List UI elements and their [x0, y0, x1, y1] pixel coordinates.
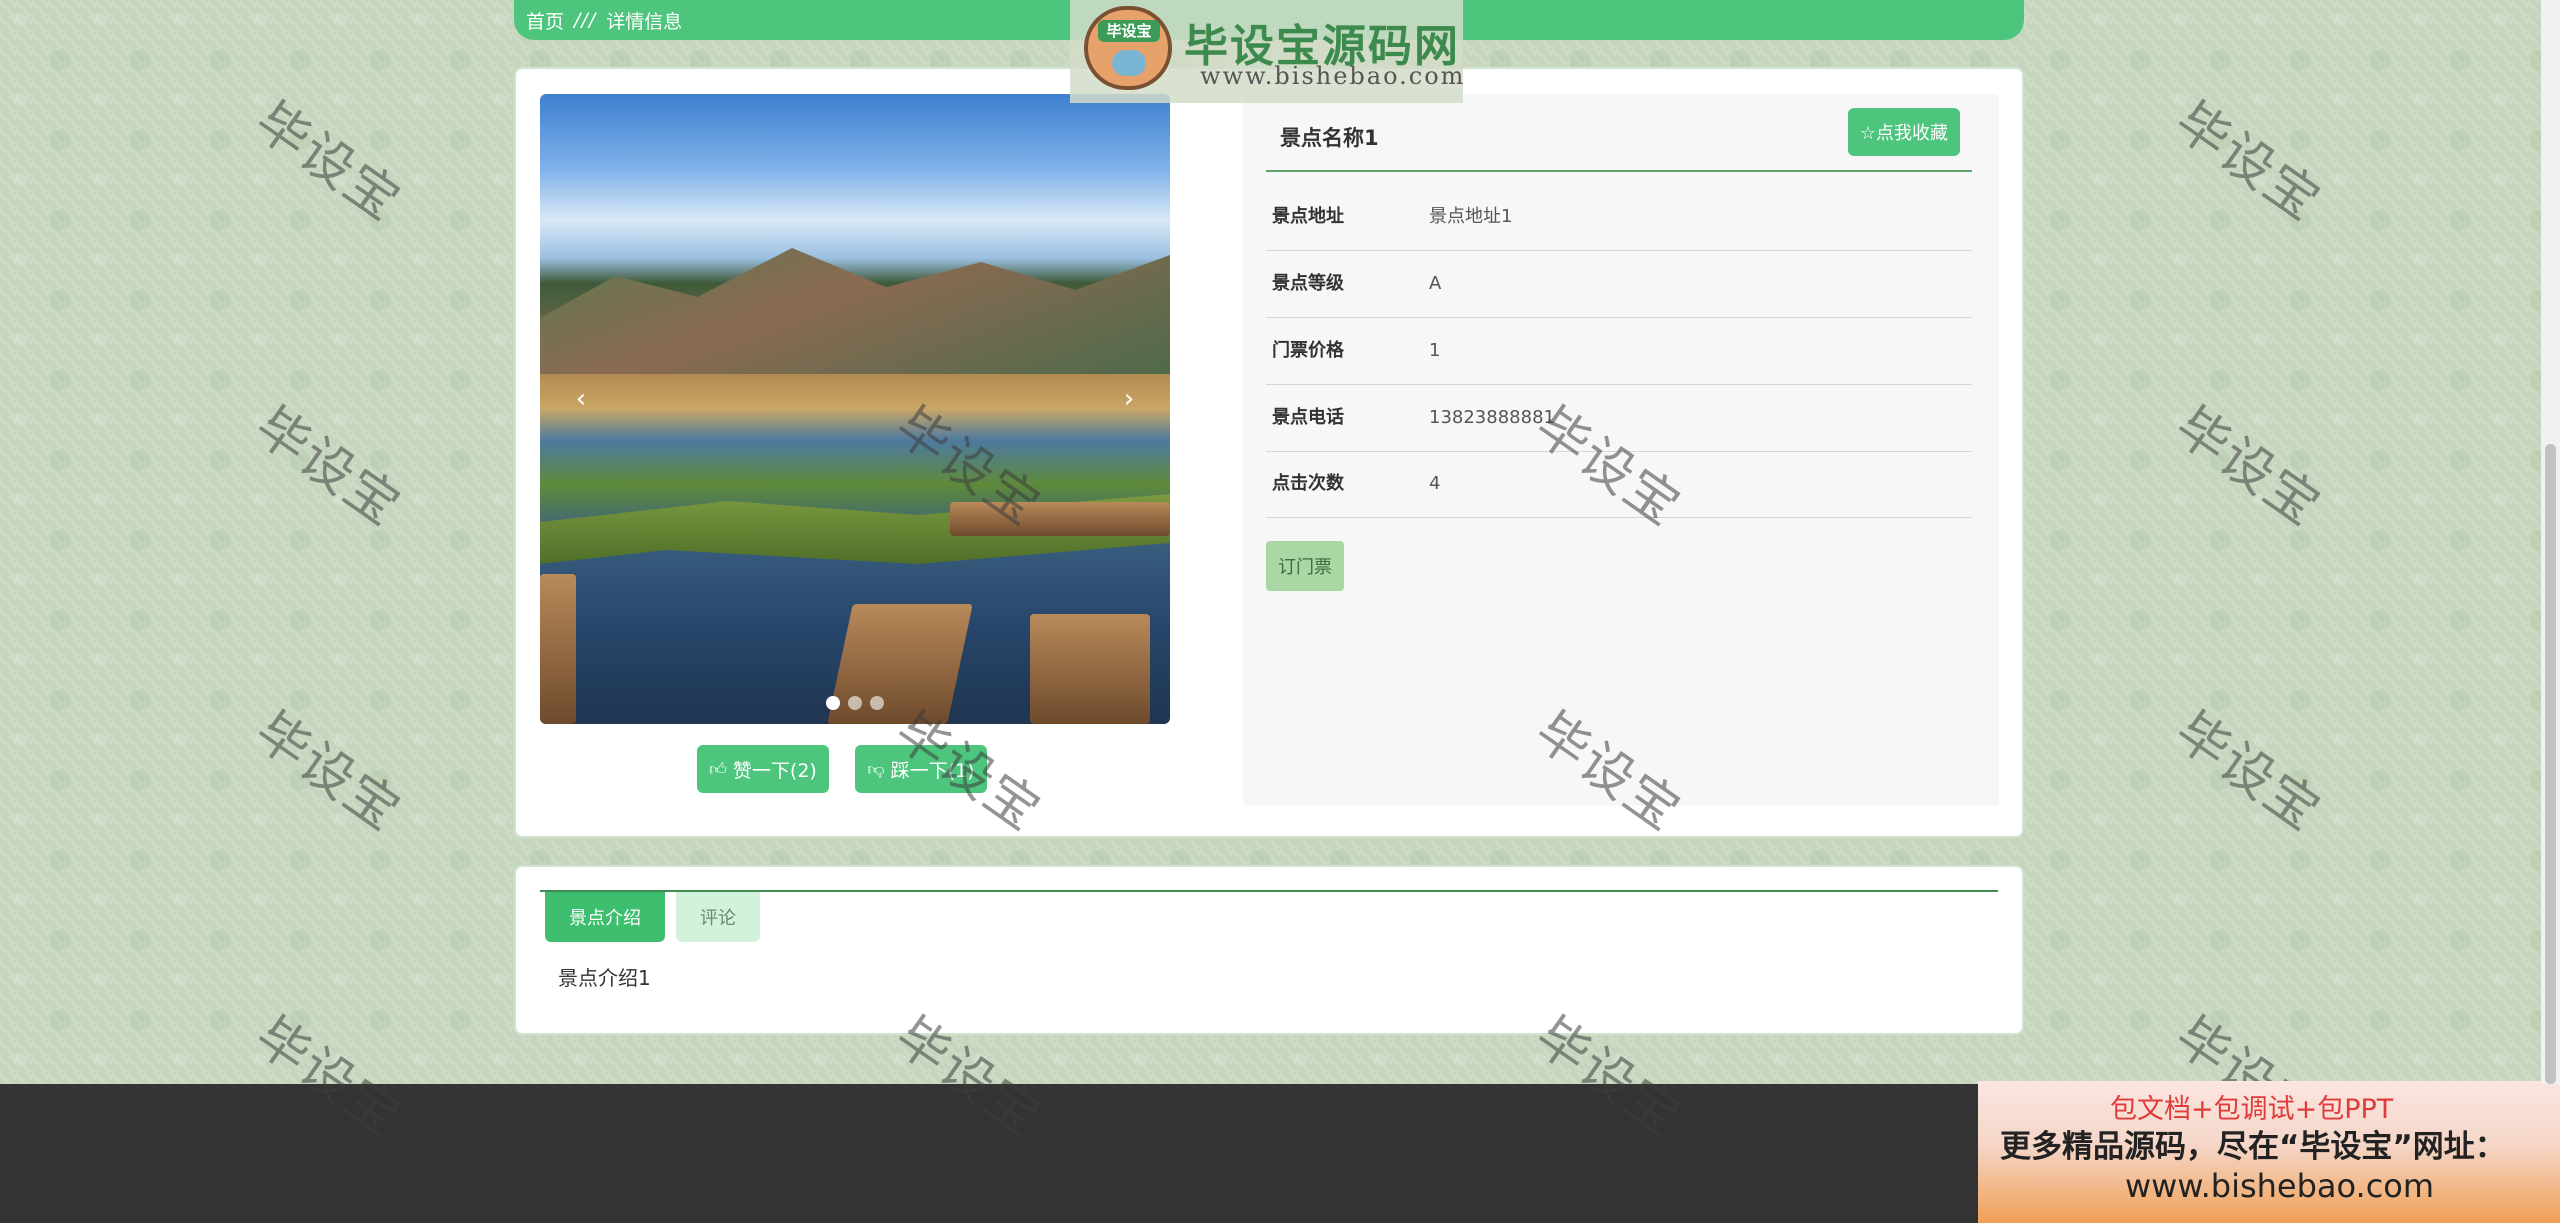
detail-row: 景点等级 A — [1266, 251, 1972, 318]
favorite-button[interactable]: ☆点我收藏 — [1848, 108, 1960, 156]
breadcrumb-home-link[interactable]: 首页 — [526, 7, 564, 34]
carousel-image-mountains — [540, 248, 1170, 374]
detail-row-value: 4 — [1429, 473, 1441, 494]
book-ticket-button[interactable]: 订门票 — [1266, 541, 1344, 591]
detail-row-value: 13823888881 — [1429, 407, 1555, 428]
carousel-dot[interactable] — [870, 696, 884, 710]
detail-row-label: 门票价格 — [1272, 340, 1344, 361]
carousel-dot[interactable] — [826, 696, 840, 710]
attraction-name: 景点名称1 — [1280, 126, 1379, 150]
page-scrollbar[interactable] — [2541, 0, 2560, 1084]
tab-intro[interactable]: 景点介绍 — [545, 892, 665, 942]
logo-badge-text: 毕设宝 — [1098, 20, 1160, 42]
detail-row: 景点地址 景点地址1 — [1266, 184, 1972, 251]
promo-banner[interactable]: 包文档+包调试+包PPT 更多精品源码，尽在“毕设宝”网址： www.bishe… — [1978, 1081, 2560, 1223]
watermark: 毕设宝 — [2164, 700, 2332, 844]
promo-line-3: www.bishebao.com — [2125, 1167, 2435, 1205]
detail-row-value: 景点地址1 — [1429, 206, 1513, 227]
watermark: 毕设宝 — [244, 90, 412, 234]
breadcrumb-current: 详情信息 — [606, 10, 683, 33]
watermark: 毕设宝 — [2164, 395, 2332, 539]
logo-url: www.bishebao.com — [1200, 62, 1466, 90]
carousel-indicators — [540, 696, 1170, 710]
detail-row-label: 景点电话 — [1272, 407, 1344, 428]
info-title-bar: 景点名称1 ☆点我收藏 — [1266, 108, 1972, 172]
carousel-prev-arrow-icon[interactable]: ‹ — [566, 384, 596, 414]
thumbs-up-icon: 👍︎ — [709, 759, 727, 780]
dislike-button[interactable]: 👎︎ 踩一下(1) — [855, 745, 987, 793]
carousel-dot[interactable] — [848, 696, 862, 710]
carousel-image-boat — [950, 502, 1170, 536]
watermark: 毕设宝 — [244, 700, 412, 844]
scrollbar-thumb[interactable] — [2545, 444, 2556, 1084]
watermark: 毕设宝 — [2164, 90, 2332, 234]
detail-row-label: 景点等级 — [1272, 273, 1344, 294]
thumbs-down-icon: 👎︎ — [867, 759, 885, 780]
logo-badge-icon: 毕设宝 — [1084, 6, 1172, 90]
detail-row-label: 点击次数 — [1272, 473, 1344, 494]
detail-row-value: 1 — [1429, 340, 1441, 361]
breadcrumb-separator: /// — [574, 9, 597, 31]
detail-row: 门票价格 1 — [1266, 318, 1972, 385]
tab-comments[interactable]: 评论 — [676, 892, 760, 942]
detail-row-value: A — [1429, 273, 1442, 294]
detail-row: 景点电话 13823888881 — [1266, 385, 1972, 452]
promo-line-2: 更多精品源码，尽在“毕设宝”网址： — [2000, 1129, 2506, 1165]
intro-content: 景点介绍1 — [558, 966, 651, 990]
image-carousel[interactable]: ‹ › — [540, 94, 1170, 724]
detail-row: 点击次数 4 — [1266, 451, 1972, 518]
site-logo: 毕设宝 毕设宝源码网 www.bishebao.com — [1070, 0, 1463, 103]
dislike-button-label: 踩一下(1) — [890, 759, 975, 782]
carousel-next-arrow-icon[interactable]: › — [1114, 384, 1144, 414]
like-button[interactable]: 👍︎ 赞一下(2) — [697, 745, 829, 793]
logo-face-icon — [1112, 50, 1146, 76]
like-button-label: 赞一下(2) — [732, 759, 817, 782]
detail-row-label: 景点地址 — [1272, 206, 1344, 227]
watermark: 毕设宝 — [244, 395, 412, 539]
